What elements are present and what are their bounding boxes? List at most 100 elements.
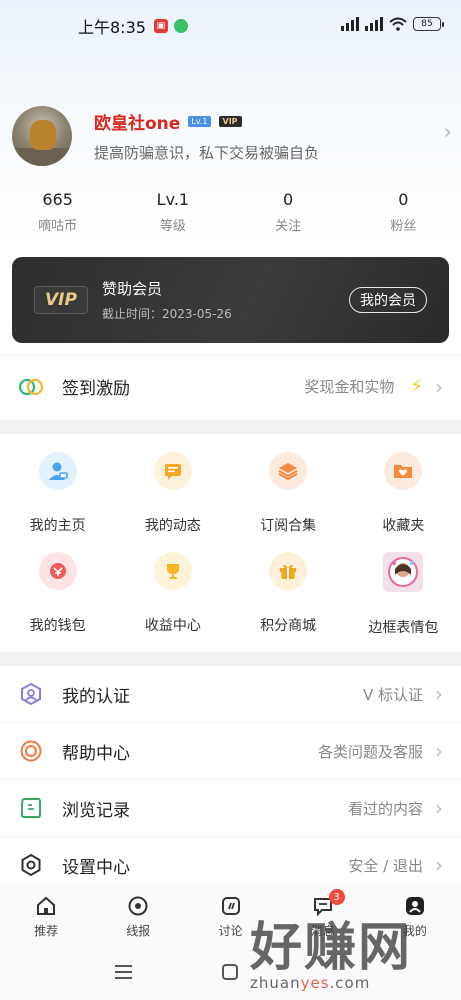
section-divider [0, 652, 461, 666]
watermark-url: zhuanyes.com [250, 974, 455, 992]
heart-folder-icon [384, 452, 423, 490]
signal-icon [341, 17, 359, 31]
checkin-label: 签到激励 [62, 379, 130, 399]
user-home-icon [38, 452, 77, 490]
notification-app-icon: ▣ [153, 19, 168, 33]
lightning-icon: ⚡ [410, 376, 423, 397]
stat-value: 0 [398, 190, 409, 209]
settings-menu: 我的认证 V 标认证 › 帮助中心 各类问题及客服 › 浏览记录 看过的内容 ›… [0, 666, 461, 894]
my-membership-button[interactable]: 我的会员 [349, 287, 427, 313]
stat-label: 等级 [159, 219, 186, 234]
layers-icon [269, 452, 308, 490]
menu-label: 帮助中心 [62, 743, 130, 764]
tab-recommend[interactable]: 推荐 [0, 883, 92, 945]
menu-label: 设置中心 [62, 857, 130, 878]
help-icon [18, 738, 44, 764]
vip-logo-icon: VIP [34, 286, 88, 314]
stat-value: Lv.1 [156, 190, 190, 209]
level-badge: Lv.1 [188, 116, 211, 127]
grid-item-subscriptions[interactable]: 订阅合集 [231, 440, 346, 540]
stat-coins[interactable]: 665 嘀咕币 [0, 190, 115, 234]
menu-value: 安全 / 退出 [348, 856, 423, 875]
chevron-right-icon: › [443, 120, 452, 145]
vip-membership-card[interactable]: VIP 赞助会员 截止时间：2023-05-26 我的会员 [12, 257, 449, 343]
tab-label: 线报 [126, 924, 151, 938]
chevron-right-icon: › [435, 374, 443, 399]
message-count-badge: 3 [328, 889, 345, 905]
grid-label: 收藏夹 [382, 518, 425, 534]
target-icon [128, 896, 148, 916]
stat-label: 关注 [275, 219, 302, 234]
stat-label: 嘀咕币 [38, 219, 78, 234]
avatar[interactable] [12, 106, 72, 166]
stats-row: 665 嘀咕币 Lv.1 等级 0 关注 0 粉丝 [0, 190, 461, 234]
status-indicators: 85 [341, 17, 444, 31]
status-bar: 上午8:35 ▣ 85 [0, 0, 461, 52]
stat-value: 0 [283, 190, 294, 209]
vip-title: 赞助会员 [102, 280, 163, 298]
tab-label: 讨论 [218, 924, 243, 938]
menu-label: 浏览记录 [62, 800, 130, 821]
wallet-icon [38, 552, 77, 590]
stat-level[interactable]: Lv.1 等级 [115, 190, 230, 234]
watermark-url-prefix: zhuan [250, 974, 301, 992]
battery-icon: 85 [413, 17, 444, 31]
grid-item-earnings[interactable]: 收益中心 [115, 540, 230, 640]
wifi-icon [389, 17, 407, 31]
avatar-frame-icon [383, 552, 424, 592]
grid-item-frames-stickers[interactable]: 边框表情包 [346, 540, 461, 640]
chevron-right-icon: › [435, 796, 443, 820]
checkin-icon [18, 374, 44, 400]
settings-icon [18, 852, 44, 878]
checkin-value: 奖现金和实物 [304, 378, 395, 396]
chevron-right-icon: › [435, 853, 443, 877]
grid-label: 边框表情包 [368, 620, 439, 636]
watermark-text: 好赚网 [250, 918, 413, 978]
profile-header[interactable]: 欧皇社one Lv.1 VIP 提高防骗意识，私下交易被骗自负 › [12, 104, 452, 168]
recent-apps-button[interactable] [115, 965, 132, 983]
watermark-logo: 好赚网 zhuanyes.com [250, 905, 455, 992]
grid-item-my-posts[interactable]: 我的动态 [115, 440, 230, 540]
chevron-right-icon: › [435, 682, 443, 706]
checkin-reward-row[interactable]: 签到激励 奖现金和实物 ⚡ › [0, 355, 461, 417]
history-icon [18, 795, 44, 821]
menu-row-help[interactable]: 帮助中心 各类问题及客服 › [0, 723, 461, 780]
grid-item-points-mall[interactable]: 积分商城 [231, 540, 346, 640]
section-divider [0, 420, 461, 434]
discuss-icon [221, 897, 240, 915]
signal-icon-2 [365, 17, 383, 31]
vip-badge: VIP [218, 116, 242, 127]
trophy-icon [153, 552, 192, 590]
home-icon [37, 896, 56, 915]
grid-item-my-homepage[interactable]: 我的主页 [0, 440, 115, 540]
watermark-url-accent: yes [300, 974, 330, 992]
menu-value: 各类问题及客服 [317, 742, 423, 761]
certification-icon [18, 681, 44, 707]
grid-label: 我的主页 [29, 518, 86, 534]
stat-following[interactable]: 0 关注 [231, 190, 346, 234]
tab-deals[interactable]: 线报 [92, 883, 184, 945]
wechat-notification-icon [173, 19, 188, 33]
grid-label: 积分商城 [260, 618, 317, 634]
grid-label: 订阅合集 [260, 518, 317, 534]
stat-label: 粉丝 [390, 219, 417, 234]
grid-label: 收益中心 [144, 618, 201, 634]
chevron-right-icon: › [435, 739, 443, 763]
gift-icon [269, 552, 308, 590]
menu-row-certification[interactable]: 我的认证 V 标认证 › [0, 666, 461, 723]
grid-item-wallet[interactable]: 我的钱包 [0, 540, 115, 640]
feature-grid: 我的主页 我的动态 订阅合集 收藏夹 我的钱包 收益中心 积分商城 边框表情包 [0, 440, 461, 640]
grid-label: 我的钱包 [29, 618, 86, 634]
status-time: 上午8:35 [78, 18, 146, 37]
menu-label: 我的认证 [62, 686, 130, 707]
grid-item-favorites[interactable]: 收藏夹 [346, 440, 461, 540]
stat-followers[interactable]: 0 粉丝 [346, 190, 461, 234]
username: 欧皇社one [94, 114, 181, 134]
stat-value: 665 [42, 190, 73, 209]
profile-tagline: 提高防骗意识，私下交易被骗自负 [94, 144, 320, 162]
chat-feed-icon [153, 452, 192, 490]
menu-row-history[interactable]: 浏览记录 看过的内容 › [0, 780, 461, 837]
home-button[interactable] [222, 964, 238, 980]
menu-value: V 标认证 [362, 685, 423, 704]
tab-label: 推荐 [34, 924, 59, 938]
